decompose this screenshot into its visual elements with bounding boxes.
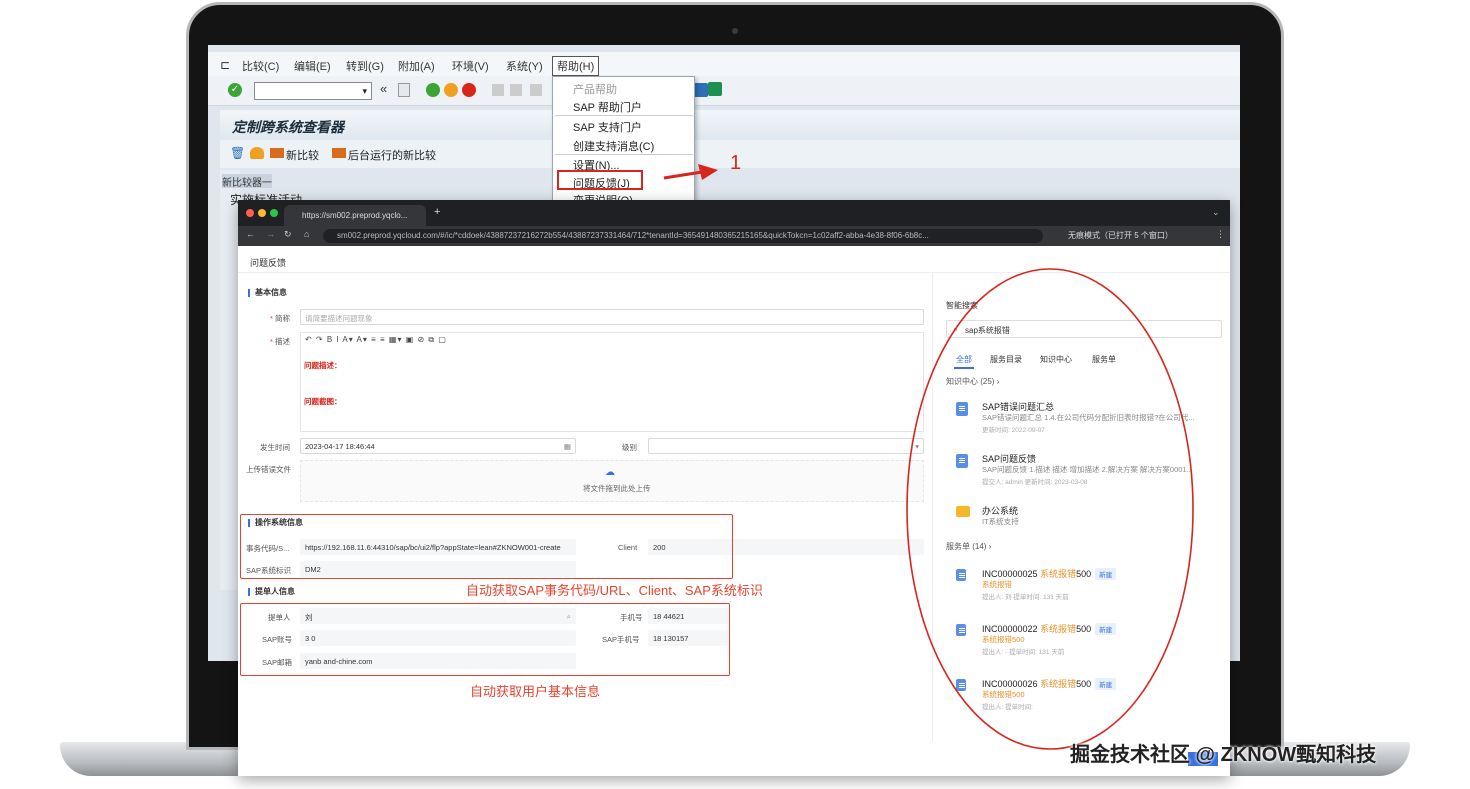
upload-text: 将文件拖到此处上传: [583, 484, 651, 493]
command-field[interactable]: ▾: [254, 82, 372, 100]
background-compare-button[interactable]: 后台运行的新比较: [348, 147, 436, 163]
sap-menu-extras[interactable]: 附加(A): [398, 58, 435, 74]
time-input[interactable]: 2023-04-17 18:46:44 ▦: [300, 438, 576, 454]
sap-menu-compare[interactable]: 比较(C): [242, 58, 279, 74]
sap-tree-panel: [220, 170, 240, 590]
find-next-icon[interactable]: [530, 84, 542, 96]
menu-separator: [555, 115, 693, 116]
minimize-window-icon[interactable]: [258, 209, 266, 217]
back-green-icon[interactable]: [426, 83, 440, 97]
red-arrow-icon: [663, 164, 718, 180]
label-description: 描述: [270, 336, 290, 347]
section-submitter-info: 提单人信息: [248, 588, 295, 596]
people-icon[interactable]: [250, 147, 264, 159]
annotation-user: 自动获取用户基本信息: [470, 684, 601, 699]
delete-icon[interactable]: 🗑: [230, 146, 245, 160]
help-icon[interactable]: [694, 83, 708, 97]
tab-list-icon[interactable]: ⌄: [1212, 207, 1220, 218]
tree-header: 新比较器一: [222, 174, 272, 189]
time-value: 2023-04-17 18:46:44: [305, 442, 375, 451]
watermark: 掘金技术社区 @ ZKNOW甄知科技: [1070, 744, 1377, 766]
sap-menu-environment[interactable]: 环境(V): [452, 58, 489, 74]
enter-check-icon[interactable]: ✓: [228, 83, 242, 97]
label-time: 发生时间: [260, 443, 290, 452]
summary-placeholder: 请简要描述问题现象: [305, 314, 373, 323]
camera-icon: [732, 28, 738, 34]
sap-window-icon: ⊏: [220, 58, 231, 72]
cancel-icon[interactable]: [462, 83, 476, 97]
find-icon[interactable]: [510, 84, 522, 96]
back-arrow-icon[interactable]: ←: [246, 229, 255, 239]
exit-icon[interactable]: [444, 83, 458, 97]
menu-item-create-support-message[interactable]: 创建支持消息(C): [573, 138, 654, 154]
label-attachment: 上传错误文件: [246, 465, 291, 474]
new-tab-icon[interactable]: +: [434, 206, 440, 218]
level-select[interactable]: ▾: [648, 438, 924, 454]
close-window-icon[interactable]: [246, 209, 254, 217]
sap-toolbar: ✓ ▾ «: [208, 76, 1240, 106]
menu-item-product-help[interactable]: 产品帮助: [573, 81, 617, 97]
upload-dropzone[interactable]: ☁ 将文件拖到此处上传: [300, 460, 924, 502]
menu-item-support-portal[interactable]: SAP 支持门户: [573, 119, 642, 135]
cloud-upload-icon: ☁: [605, 467, 615, 478]
sap-menu-system[interactable]: 系统(Y): [506, 58, 543, 74]
reload-icon[interactable]: ↻: [284, 229, 292, 240]
address-bar[interactable]: sm002.preprod.yqcloud.com/#/ic/*cddoek/4…: [323, 229, 1043, 243]
incognito-indicator[interactable]: 无痕模式（已打开 5 个窗口）: [1068, 230, 1173, 241]
save-icon[interactable]: [398, 83, 410, 97]
search-results-highlight: [906, 268, 1194, 750]
print-icon[interactable]: [492, 84, 504, 96]
forward-arrow-icon[interactable]: →: [266, 229, 275, 239]
page-title: 问题反馈: [250, 258, 287, 268]
home-icon[interactable]: ⌂: [304, 229, 309, 239]
section-basic-info: 基本信息: [248, 289, 287, 297]
desc-screenshot-text: 问题截图：: [304, 397, 342, 406]
sap-menu-edit[interactable]: 编辑(E): [294, 58, 331, 74]
browser-tab[interactable]: https://sm002.preprod.yqclo...: [284, 205, 426, 226]
label-level: 级别: [622, 443, 637, 452]
editor-toolbar[interactable]: ↶ ↷ B I A▾ A▾ ≡ ≡ ▦▾ ▣ ⊘ ⧉ ▢: [301, 333, 923, 349]
issue-feedback-highlight: [557, 170, 643, 190]
back-icon[interactable]: «: [380, 81, 387, 96]
layout-menu-icon[interactable]: [708, 82, 722, 96]
label-summary: 简称: [270, 313, 290, 324]
sap-title: 定制跨系统查看器: [220, 110, 1240, 140]
browser-menu-icon[interactable]: ⋮: [1216, 229, 1225, 240]
desc-problem-text: 问题描述：: [304, 361, 342, 370]
sap-menu-help[interactable]: 帮助(H): [552, 56, 600, 76]
submitter-info-highlight: [240, 603, 730, 676]
summary-input[interactable]: 请简要描述问题现象: [300, 309, 924, 325]
system-info-highlight: [240, 514, 733, 579]
sap-menu-goto[interactable]: 转到(G): [346, 58, 384, 74]
menu-separator: [555, 154, 693, 155]
background-compare-icon: [332, 148, 346, 158]
step-number: 1: [730, 152, 742, 174]
annotation-system: 自动获取SAP事务代码/URL、Client、SAP系统标识: [466, 583, 763, 598]
calendar-icon[interactable]: ▦: [564, 442, 571, 451]
new-compare-icon: [270, 148, 284, 158]
maximize-window-icon[interactable]: [270, 209, 278, 217]
menu-item-help-portal[interactable]: SAP 帮助门户: [573, 99, 642, 115]
new-compare-button[interactable]: 新比较: [286, 147, 319, 163]
sap-menubar: ⊏ 比较(C) 编辑(E) 转到(G) 附加(A) 环境(V) 系统(Y) 帮助…: [208, 52, 1240, 76]
